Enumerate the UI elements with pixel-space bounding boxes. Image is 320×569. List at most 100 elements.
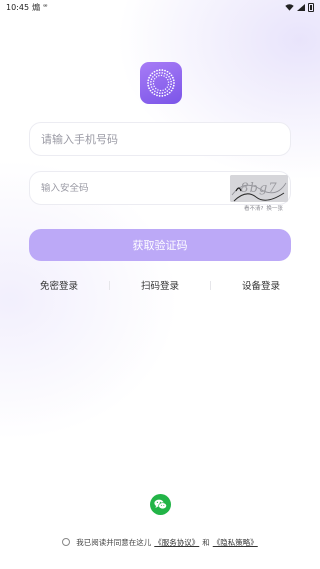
captcha-graphic: 8bg7 (230, 175, 288, 202)
logo-dot (150, 80, 152, 83)
logo-dot (152, 88, 154, 91)
logo-dot (170, 89, 173, 92)
logo-dot (167, 81, 170, 83)
logo-dot (147, 82, 149, 84)
security-code-input[interactable] (41, 182, 221, 194)
notification-icon-secondary: ᵆ (43, 3, 48, 11)
captcha-hint: 看不清? 换一张 (244, 204, 283, 212)
logo-dot (168, 91, 171, 94)
status-bar: 10:45 煽 ᵆ (0, 0, 320, 14)
wechat-login-button[interactable] (150, 494, 171, 515)
logo-dot (166, 86, 169, 88)
logo-dot (158, 75, 160, 77)
agreement-prefix: 我已阅读并同意在这儿 (76, 537, 152, 547)
logo-dot (164, 88, 167, 90)
logo-dot (158, 92, 161, 94)
logo-dot (163, 75, 165, 77)
logo-dot (170, 80, 172, 83)
app-logo (140, 62, 182, 104)
signal-icon (297, 3, 305, 11)
logo-dot (151, 72, 154, 75)
logo-dot (171, 76, 174, 79)
agreement-row: 我已阅读并同意在这儿 《服务协议》 和 《隐私策略》 (0, 536, 320, 548)
logo-dot (170, 83, 172, 86)
logo-dot (153, 85, 155, 88)
logo-dot (172, 84, 175, 87)
logo-dot (150, 78, 153, 80)
logo-dot (165, 76, 167, 79)
logo-dot (158, 69, 161, 71)
logo-dot (153, 70, 156, 73)
logo-dot (150, 83, 152, 86)
wechat-icon (154, 499, 167, 510)
captcha-hint-unclear: 看不清? (244, 206, 264, 212)
logo-dot (156, 69, 158, 72)
captcha-image[interactable]: 8bg7 (230, 175, 288, 202)
logo-dot (168, 72, 171, 75)
notification-icon: 煽 (32, 2, 41, 12)
logo-dot (169, 86, 172, 88)
logo-dot (153, 74, 156, 76)
logo-dot (152, 76, 154, 78)
login-screen: 10:45 煽 ᵆ 8bg7 (0, 0, 320, 569)
logo-dot (158, 72, 161, 74)
divider (109, 280, 110, 290)
logo-dot (157, 89, 159, 91)
logo-dot (161, 95, 164, 97)
logo-dot (161, 69, 164, 71)
login-options: 免密登录 扫码登录 设备登录 (29, 278, 291, 292)
logo-dot (164, 72, 166, 75)
agreement-checkbox[interactable] (62, 538, 71, 546)
logo-dot (161, 72, 164, 74)
logo-dot (171, 87, 174, 90)
login-option-device[interactable]: 设备登录 (231, 278, 291, 292)
logo-dot (162, 89, 164, 91)
battery-icon (308, 2, 314, 12)
divider (210, 280, 211, 290)
logo-dot (154, 90, 156, 92)
logo-dot (160, 74, 163, 77)
logo-dot (169, 78, 172, 80)
privacy-policy-link[interactable]: 《隐私策略》 (213, 537, 258, 548)
logo-dot (149, 74, 152, 77)
logo-dot (156, 91, 158, 94)
logo-dot (168, 88, 170, 90)
logo-dot (164, 69, 166, 72)
logo-dot (150, 86, 153, 88)
logo-dot (161, 92, 164, 94)
phone-field[interactable] (29, 122, 291, 156)
logo-dot (149, 89, 152, 92)
logo-dot (159, 89, 162, 92)
logo-dot (147, 84, 150, 87)
logo-dot (166, 93, 169, 96)
service-agreement-link[interactable]: 《服务协议》 (154, 537, 199, 548)
get-verification-code-button[interactable]: 获取验证码 (29, 229, 291, 261)
logo-dot (167, 78, 169, 81)
phone-input[interactable] (41, 132, 290, 146)
login-option-qr-scan[interactable]: 扫码登录 (130, 278, 190, 292)
captcha-refresh-link[interactable]: 换一张 (266, 204, 283, 212)
logo-dot (148, 87, 151, 90)
logo-dot (156, 72, 158, 75)
dotted-ring-logo-icon (147, 69, 175, 97)
logo-dot (166, 90, 169, 92)
logo-dot (152, 80, 155, 82)
logo-dot (148, 76, 151, 79)
agreement-conjunction: 和 (202, 537, 210, 547)
logo-dot (147, 79, 150, 82)
security-code-field[interactable]: 8bg7 (29, 171, 291, 205)
logo-dot (158, 95, 161, 97)
logo-dot (153, 93, 156, 96)
logo-dot (167, 84, 170, 86)
logo-dot (164, 91, 166, 94)
login-option-passwordless[interactable]: 免密登录 (29, 278, 89, 292)
status-time: 10:45 (6, 2, 30, 12)
logo-dot (152, 83, 155, 85)
status-right (285, 2, 314, 12)
logo-dot (155, 87, 157, 90)
logo-dot (164, 94, 166, 97)
captcha-text: 8bg7 (240, 181, 277, 196)
logo-dot (172, 79, 175, 82)
logo-dot (170, 74, 173, 77)
logo-dot (153, 78, 156, 80)
